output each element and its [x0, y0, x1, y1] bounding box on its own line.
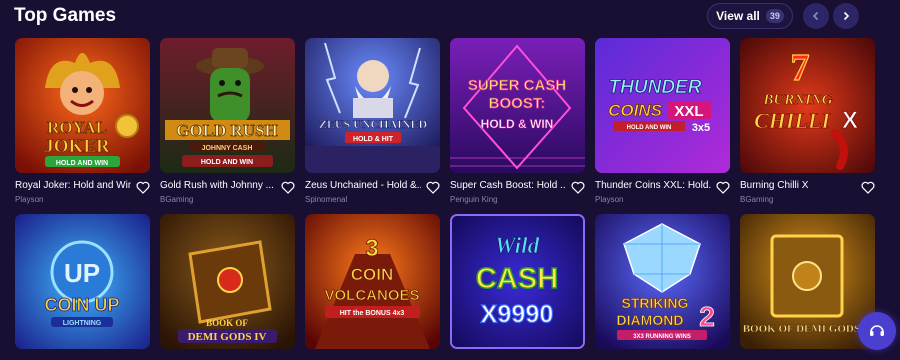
svg-text:BOOK OF DEMI GODS II: BOOK OF DEMI GODS II [743, 323, 872, 335]
game-card[interactable]: BOOK OF DEMI GODS IV [160, 214, 295, 349]
game-thumbnail[interactable]: 3 COIN VOLCANOES HIT the BONUS 4x3 [305, 214, 440, 349]
heart-outline-icon[interactable] [571, 181, 585, 194]
game-provider: Penguin King [450, 195, 498, 204]
game-card[interactable]: UP COIN UP LIGHTNING [15, 214, 150, 349]
svg-text:HOLD AND WIN: HOLD AND WIN [56, 160, 108, 167]
svg-text:THUNDER: THUNDER [609, 77, 702, 98]
svg-text:JOKER: JOKER [44, 136, 110, 157]
carousel-prev-button[interactable] [803, 3, 829, 29]
game-thumbnail[interactable]: 7 BURNING CHILLI X [740, 38, 875, 173]
game-thumbnail[interactable]: UP COIN UP LIGHTNING [15, 214, 150, 349]
game-card[interactable]: SUPER CASH BOOST: HOLD & WIN Super Cash … [450, 38, 585, 204]
game-name[interactable]: Zeus Unchained - Hold &... [305, 180, 421, 191]
svg-text:DEMI GODS IV: DEMI GODS IV [188, 331, 267, 343]
chevron-right-icon [843, 11, 850, 21]
view-all-count-badge: 39 [765, 9, 784, 23]
game-thumbnail[interactable]: BOOK OF DEMI GODS II [740, 214, 875, 349]
game-name[interactable]: Gold Rush with Johnny ... [160, 180, 276, 191]
view-all-label: View all [716, 9, 760, 23]
game-name[interactable]: Burning Chilli X [740, 180, 856, 191]
game-card[interactable]: ROYAL JOKER HOLD AND WIN Royal Joker: Ho… [15, 38, 150, 204]
svg-text:HOLD AND WIN: HOLD AND WIN [201, 159, 253, 166]
svg-text:HOLD & WIN: HOLD & WIN [481, 117, 554, 131]
game-name[interactable]: Super Cash Boost: Hold ... [450, 180, 566, 191]
svg-text:ZEUS UNCHAINED: ZEUS UNCHAINED [319, 117, 428, 131]
view-all-button[interactable]: View all 39 [707, 3, 793, 29]
svg-text:HOLD & HIT: HOLD & HIT [353, 136, 394, 143]
game-thumbnail[interactable]: Wild CASH X9990 [450, 214, 585, 349]
game-card[interactable]: THUNDER COINS XXL HOLD AND WIN 3x5 Thund… [595, 38, 730, 204]
game-card[interactable]: Wild CASH X9990 [450, 214, 585, 349]
svg-text:SUPER CASH: SUPER CASH [468, 77, 566, 94]
game-thumbnail[interactable]: STRIKING DIAMOND 2 3X3 RUNNING WINS [595, 214, 730, 349]
game-provider: BGaming [740, 195, 774, 204]
game-provider: Spinomenal [305, 195, 348, 204]
game-thumbnail[interactable]: GOLD RUSH JOHNNY CASH HOLD AND WIN [160, 38, 295, 173]
game-card[interactable]: ZEUS UNCHAINED HOLD & HIT Zeus Unchained… [305, 38, 440, 204]
game-provider: Playson [15, 195, 44, 204]
svg-text:HIT the BONUS 4x3: HIT the BONUS 4x3 [340, 310, 405, 317]
svg-text:COIN UP: COIN UP [44, 295, 119, 315]
svg-text:2: 2 [699, 301, 715, 332]
game-thumbnail[interactable]: BOOK OF DEMI GODS IV [160, 214, 295, 349]
svg-text:ROYAL: ROYAL [47, 118, 107, 137]
svg-text:3x5: 3x5 [692, 122, 710, 134]
game-card[interactable]: 3 COIN VOLCANOES HIT the BONUS 4x3 [305, 214, 440, 349]
svg-text:DIAMOND: DIAMOND [617, 312, 684, 328]
game-thumbnail[interactable]: THUNDER COINS XXL HOLD AND WIN 3x5 [595, 38, 730, 173]
svg-text:CHILLI: CHILLI [754, 108, 831, 133]
svg-text:JOHNNY CASH: JOHNNY CASH [202, 145, 253, 152]
support-chat-button[interactable] [858, 312, 896, 350]
svg-text:COINS: COINS [608, 101, 663, 120]
chevron-left-icon [812, 11, 819, 21]
svg-text:X: X [842, 107, 858, 134]
heart-outline-icon[interactable] [136, 181, 150, 194]
game-provider: Playson [595, 195, 624, 204]
svg-text:XXL: XXL [674, 103, 703, 120]
svg-text:3: 3 [365, 235, 378, 262]
game-provider: BGaming [160, 195, 194, 204]
svg-text:GOLD RUSH: GOLD RUSH [176, 121, 278, 140]
section-title: Top Games [14, 5, 117, 26]
svg-text:STRIKING: STRIKING [622, 295, 689, 311]
headset-icon [870, 325, 884, 336]
game-card[interactable]: GOLD RUSH JOHNNY CASH HOLD AND WIN Gold … [160, 38, 295, 204]
svg-text:UP: UP [64, 258, 100, 288]
svg-text:COIN: COIN [351, 265, 394, 284]
svg-text:3X3 RUNNING WINS: 3X3 RUNNING WINS [633, 334, 691, 340]
game-card[interactable]: BOOK OF DEMI GODS II [740, 214, 875, 349]
carousel-next-button[interactable] [833, 3, 859, 29]
game-thumbnail[interactable]: ZEUS UNCHAINED HOLD & HIT [305, 38, 440, 173]
svg-text:X9990: X9990 [481, 301, 554, 329]
svg-text:Wild: Wild [495, 233, 540, 259]
heart-outline-icon[interactable] [716, 181, 730, 194]
heart-outline-icon[interactable] [861, 181, 875, 194]
game-thumbnail[interactable]: SUPER CASH BOOST: HOLD & WIN [450, 38, 585, 173]
game-card[interactable]: STRIKING DIAMOND 2 3X3 RUNNING WINS [595, 214, 730, 349]
heart-outline-icon[interactable] [281, 181, 295, 194]
game-name[interactable]: Thunder Coins XXL: Hold... [595, 180, 711, 191]
svg-text:VOLCANOES: VOLCANOES [324, 287, 419, 304]
game-card[interactable]: 7 BURNING CHILLI X Burning Chilli X BGam… [740, 38, 875, 204]
svg-text:BURNING: BURNING [762, 92, 832, 108]
svg-text:HOLD AND WIN: HOLD AND WIN [627, 125, 672, 131]
heart-outline-icon[interactable] [426, 181, 440, 194]
svg-text:BOOK OF: BOOK OF [206, 318, 248, 328]
svg-text:BOOST:: BOOST: [489, 95, 546, 112]
svg-text:7: 7 [791, 47, 810, 89]
svg-text:LIGHTNING: LIGHTNING [63, 320, 102, 327]
svg-text:CASH: CASH [476, 263, 558, 295]
game-name[interactable]: Royal Joker: Hold and Win [15, 180, 131, 191]
game-thumbnail[interactable]: ROYAL JOKER HOLD AND WIN [15, 38, 150, 173]
